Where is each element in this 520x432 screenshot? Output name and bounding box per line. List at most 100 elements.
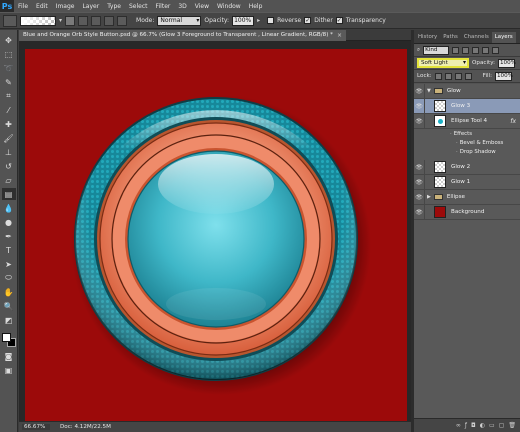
add-style-icon[interactable]: ƒ xyxy=(465,422,467,429)
lock-transparent-icon[interactable] xyxy=(434,72,442,80)
radial-gradient-button[interactable] xyxy=(78,15,89,26)
move-tool-icon[interactable]: ✥ xyxy=(2,34,16,46)
gradient-dropdown-icon[interactable]: ▾ xyxy=(59,17,62,24)
gradient-tool-icon[interactable]: ▤ xyxy=(1,188,16,200)
lock-position-icon[interactable] xyxy=(454,72,462,80)
link-layers-icon[interactable]: ∞ xyxy=(456,422,461,429)
zoom-level[interactable]: 66.67% xyxy=(22,424,50,430)
layer-group-glow[interactable]: 👁 ▼ Glow xyxy=(414,83,520,99)
effect-bevel-emboss[interactable]: · Bevel & Emboss xyxy=(456,140,503,146)
lasso-tool-icon[interactable]: ➰ xyxy=(2,62,16,74)
type-tool-icon[interactable]: T xyxy=(2,244,16,256)
add-mask-icon[interactable]: ◘ xyxy=(471,422,476,429)
document-size-info[interactable]: Doc: 4.12M/22.5M xyxy=(60,424,111,430)
kind-filter-select[interactable]: Kind xyxy=(423,45,450,55)
close-icon[interactable]: × xyxy=(337,32,342,39)
menu-image[interactable]: Image xyxy=(52,3,79,10)
visibility-eye-icon[interactable]: 👁 xyxy=(414,204,425,220)
lock-all-icon[interactable] xyxy=(464,72,472,80)
menu-help[interactable]: Help xyxy=(245,3,267,10)
ellipse-tool-icon[interactable]: ⬭ xyxy=(2,272,16,284)
pen-tool-icon[interactable]: ✒ xyxy=(2,230,16,242)
visibility-eye-icon[interactable]: 👁 xyxy=(414,159,425,175)
layer-glow-2[interactable]: 👁 Glow 2 xyxy=(414,159,520,175)
hand-tool-icon[interactable]: ✋ xyxy=(2,286,16,298)
document-tab[interactable]: Blue and Orange Orb Style Button.psd @ 6… xyxy=(19,29,347,41)
expand-arrow-icon[interactable]: ▼ xyxy=(427,88,431,94)
layer-glow-1[interactable]: 👁 Glow 1 xyxy=(414,174,520,190)
tab-layers[interactable]: Layers xyxy=(491,32,516,43)
type-filter-icon[interactable] xyxy=(472,46,480,54)
menu-view[interactable]: View xyxy=(191,3,213,10)
foreground-color-swatch[interactable] xyxy=(1,333,11,342)
tab-channels[interactable]: Channels xyxy=(461,32,492,43)
tool-preset-picker[interactable] xyxy=(3,14,17,27)
menu-layer[interactable]: Layer xyxy=(78,3,103,10)
eraser-tool-icon[interactable]: ▱ xyxy=(2,174,16,186)
reflected-gradient-button[interactable] xyxy=(104,15,115,26)
layer-opacity-input[interactable]: 100% xyxy=(498,58,516,68)
quick-mask-icon[interactable]: ◙ xyxy=(2,350,16,362)
effects-eye-icon[interactable]: · xyxy=(450,131,452,137)
history-brush-tool-icon[interactable]: ↺ xyxy=(2,160,16,172)
reverse-checkbox[interactable] xyxy=(267,17,275,24)
menu-filter[interactable]: Filter xyxy=(152,3,175,10)
effect-drop-shadow[interactable]: · Drop Shadow xyxy=(456,149,496,155)
effect-eye-icon[interactable]: · xyxy=(456,149,458,155)
visibility-eye-icon[interactable]: 👁 xyxy=(414,83,425,99)
path-selection-tool-icon[interactable]: ➤ xyxy=(2,258,16,270)
dither-checkbox[interactable]: ✓ xyxy=(304,17,312,24)
linear-gradient-button[interactable] xyxy=(65,15,76,26)
visibility-eye-icon[interactable]: 👁 xyxy=(414,189,425,205)
menu-3d[interactable]: 3D xyxy=(174,3,190,10)
shape-filter-icon[interactable] xyxy=(482,46,490,54)
zoom-tool-icon[interactable]: 🔍 xyxy=(2,300,16,312)
pixel-filter-icon[interactable] xyxy=(452,46,460,54)
dodge-tool-icon[interactable]: ● xyxy=(2,216,16,228)
smart-object-filter-icon[interactable] xyxy=(492,46,500,54)
document-canvas[interactable] xyxy=(25,49,407,422)
lock-pixels-icon[interactable] xyxy=(444,72,452,80)
blur-tool-icon[interactable]: 💧 xyxy=(2,202,16,214)
tab-history[interactable]: History xyxy=(415,32,440,43)
layer-glow-3[interactable]: 👁 Glow 3 xyxy=(414,98,520,114)
collapse-arrow-icon[interactable]: ▶ xyxy=(427,194,431,200)
opacity-slider-icon[interactable]: ▸ xyxy=(257,17,260,24)
effects-header[interactable]: · Effects xyxy=(450,131,472,137)
marquee-tool-icon[interactable]: ⬚ xyxy=(2,48,16,60)
menu-select[interactable]: Select xyxy=(125,3,152,10)
mode-select[interactable]: Normal xyxy=(157,15,202,26)
crop-tool-icon[interactable]: ⌗ xyxy=(2,90,16,102)
opacity-input[interactable]: 100% xyxy=(232,15,255,26)
fx-icon[interactable]: fx xyxy=(510,118,516,125)
layer-group-ellipse[interactable]: 👁 ▶ Ellipse xyxy=(414,189,520,205)
adjustment-layer-icon[interactable]: ◐ xyxy=(480,422,485,429)
menu-window[interactable]: Window xyxy=(213,3,245,10)
screen-mode-icon[interactable]: ▣ xyxy=(2,364,16,376)
menu-edit[interactable]: Edit xyxy=(32,3,52,10)
blend-mode-select[interactable]: Soft Light xyxy=(417,58,469,68)
trash-icon[interactable]: 🗑 xyxy=(508,422,516,429)
gradient-picker[interactable] xyxy=(20,15,56,26)
visibility-eye-icon[interactable]: 👁 xyxy=(414,174,425,190)
eyedropper-tool-icon[interactable]: ⁄ xyxy=(2,104,16,116)
default-colors-icon[interactable]: ◩ xyxy=(2,314,16,326)
tab-paths[interactable]: Paths xyxy=(440,32,461,43)
menu-type[interactable]: Type xyxy=(103,3,125,10)
brush-tool-icon[interactable]: 🖌 xyxy=(2,132,16,144)
fill-input[interactable]: 100% xyxy=(495,71,513,81)
angle-gradient-button[interactable] xyxy=(91,15,102,26)
new-group-icon[interactable]: ▭ xyxy=(489,422,495,429)
effect-eye-icon[interactable]: · xyxy=(456,140,458,146)
new-layer-icon[interactable]: ▢ xyxy=(499,422,505,429)
healing-brush-tool-icon[interactable]: ✚ xyxy=(2,118,16,130)
visibility-eye-icon[interactable]: 👁 xyxy=(414,113,425,129)
adjustment-filter-icon[interactable] xyxy=(462,46,470,54)
diamond-gradient-button[interactable] xyxy=(117,15,128,26)
layer-background[interactable]: 👁 Background xyxy=(414,204,520,220)
visibility-eye-icon[interactable]: 👁 xyxy=(414,98,425,114)
menu-file[interactable]: File xyxy=(14,3,32,10)
clone-stamp-tool-icon[interactable]: ⊥ xyxy=(2,146,16,158)
layer-ellipse-tool-4[interactable]: 👁 Ellipse Tool 4 fx xyxy=(414,113,520,129)
transparency-checkbox[interactable]: ✓ xyxy=(335,17,343,24)
